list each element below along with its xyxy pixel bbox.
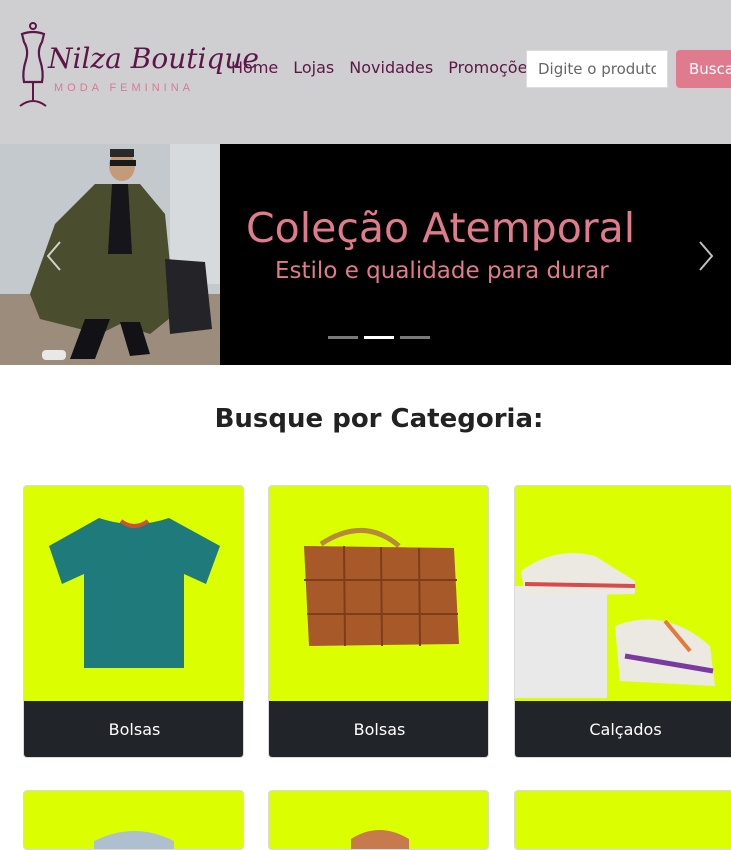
site-header: Nilza Boutique MODA FEMININA Home Lojas … — [0, 0, 731, 144]
bag-image — [304, 528, 459, 647]
search-input[interactable] — [526, 50, 668, 88]
nav-home[interactable]: Home — [231, 58, 278, 77]
carousel-indicator-3[interactable] — [400, 336, 430, 339]
category-label: Calçados — [515, 701, 731, 757]
jeans-image — [94, 831, 174, 849]
nav-novidades[interactable]: Novidades — [349, 58, 433, 77]
carousel-next-icon[interactable] — [692, 236, 720, 276]
category-label: Bolsas — [269, 701, 488, 757]
hero-carousel — [0, 144, 731, 365]
search-button[interactable]: Buscar — [676, 50, 731, 88]
category-section-title: Busque por Categoria: — [214, 404, 544, 434]
tshirt-image — [49, 518, 220, 668]
nav-promocoes[interactable]: Promoções — [448, 58, 536, 77]
brand-tagline: MODA FEMININA — [54, 82, 195, 94]
carousel-indicators — [328, 336, 430, 339]
category-card[interactable]: Bolsas — [268, 485, 489, 758]
category-card[interactable] — [514, 790, 731, 850]
category-card[interactable]: Bolsas — [23, 485, 244, 758]
carousel-slide-image — [0, 144, 220, 365]
brand-name: Nilza Boutique — [48, 42, 259, 75]
category-card[interactable] — [23, 790, 244, 850]
category-card[interactable]: Calçados — [514, 485, 731, 758]
brand-logo[interactable]: Nilza Boutique MODA FEMININA — [12, 20, 259, 112]
category-label: Bolsas — [24, 701, 243, 757]
sneakers-image — [515, 553, 715, 698]
carousel-caption: Estilo e qualidade para durar — [275, 258, 609, 284]
main-nav: Home Lojas Novidades Promoções — [231, 58, 551, 77]
carousel-prev-icon[interactable] — [40, 236, 68, 276]
nav-lojas[interactable]: Lojas — [293, 58, 334, 77]
carousel-indicator-1[interactable] — [328, 336, 358, 339]
carousel-indicator-2[interactable] — [364, 336, 394, 339]
category-card[interactable] — [268, 790, 489, 850]
jacket-image — [351, 830, 409, 849]
carousel-title: Coleção Atemporal — [246, 204, 636, 252]
